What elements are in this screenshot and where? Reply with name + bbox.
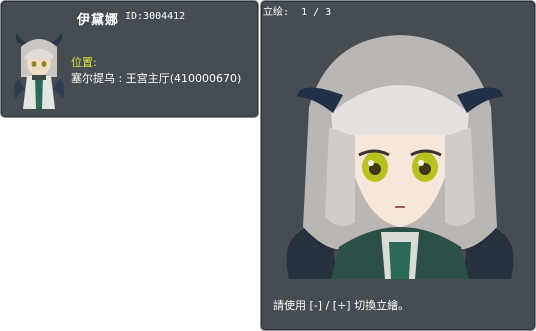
npc-id: ID:3004412 (125, 11, 186, 22)
npc-sprite-image (13, 33, 65, 109)
prev-portrait-key[interactable]: [-] (310, 299, 323, 312)
next-portrait-key[interactable]: [+] (333, 299, 351, 312)
npc-portrait-image (286, 35, 514, 279)
portrait-panel: 立绘: 1 / 3 請使用 [-] / [+] 切換立繪。 (260, 0, 536, 331)
location-value: 塞尔提乌 : 王宫主厅(410000670) (71, 72, 242, 85)
npc-info-panel: 伊黛娜 ID:3004412 位置: 塞尔提乌 : 王宫主厅(410000670… (0, 0, 259, 118)
npc-name: 伊黛娜 (77, 13, 120, 28)
key-separator: / (325, 299, 330, 312)
portrait-header: 立绘: 1 / 3 (263, 3, 331, 18)
portrait-instructions: 請使用 [-] / [+] 切換立繪。 (273, 297, 409, 313)
instructions-suffix: 切換立繪。 (354, 299, 410, 312)
instructions-prefix: 請使用 (273, 299, 306, 312)
location-label: 位置: (71, 56, 97, 69)
